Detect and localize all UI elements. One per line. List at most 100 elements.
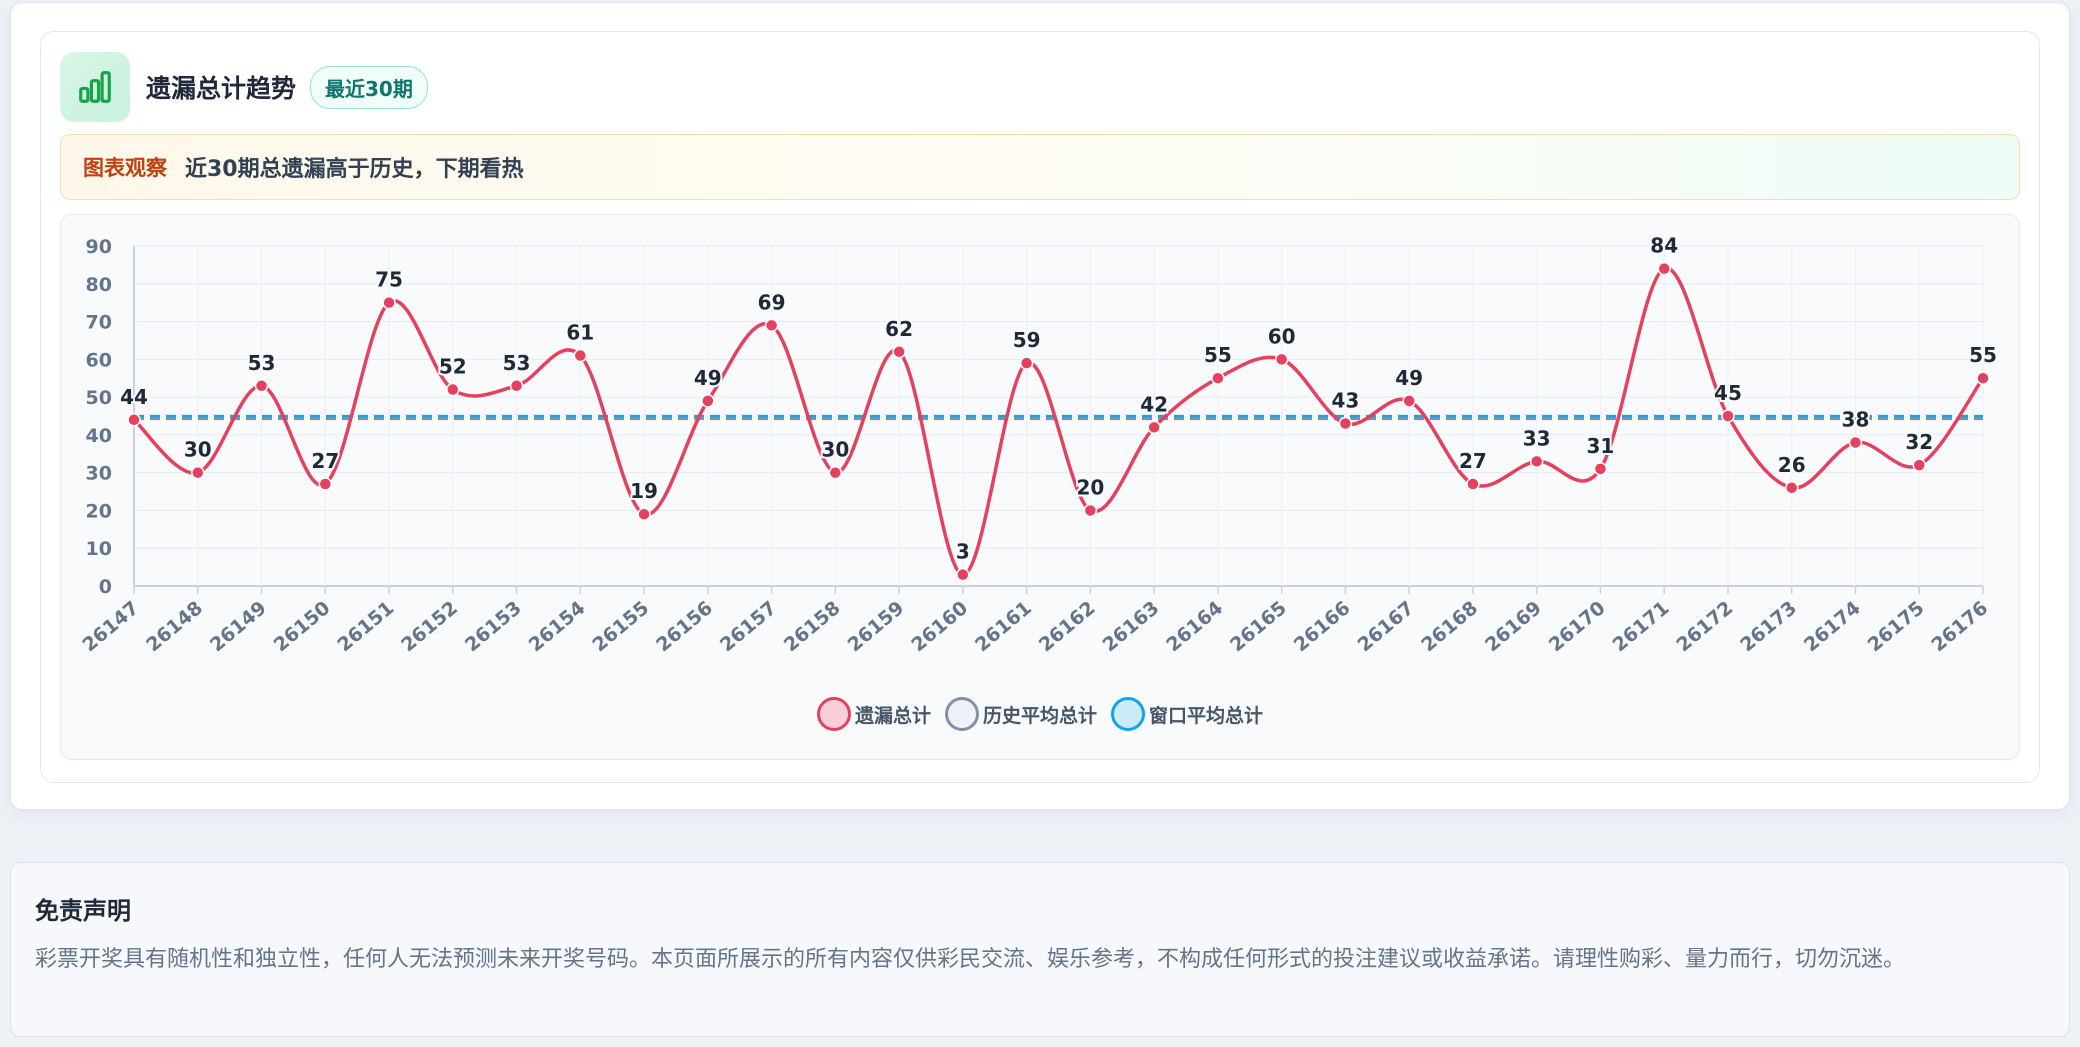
data-point [446, 382, 460, 397]
data-point [1657, 261, 1671, 276]
data-point [254, 379, 269, 393]
y-tick-label: 10 [86, 538, 112, 560]
legend-item-window-avg[interactable]: 窗口平均总计 [1111, 697, 1263, 731]
x-tick-label: 26147 [78, 597, 143, 656]
data-label: 31 [1587, 434, 1615, 458]
data-point [637, 507, 651, 521]
x-tick-label: 26156 [652, 597, 717, 656]
y-tick-label: 40 [86, 425, 112, 447]
data-label: 55 [1969, 343, 1997, 367]
y-tick-label: 70 [86, 312, 112, 334]
data-label: 19 [630, 479, 658, 503]
x-tick-label: 26152 [397, 597, 462, 656]
legend-item-total[interactable]: 遗漏总计 [816, 697, 931, 731]
legend-swatch-window-avg [1111, 697, 1145, 731]
trend-line-chart: 0102030405060708090261472614826149261502… [78, 232, 1998, 657]
x-tick-label: 26164 [1162, 597, 1227, 656]
disclaimer-title: 免责声明 [35, 897, 131, 925]
data-label: 27 [1459, 449, 1487, 473]
data-label: 53 [503, 351, 531, 375]
data-point [1848, 435, 1863, 450]
x-tick-label: 26153 [461, 597, 526, 656]
data-point [509, 379, 524, 393]
data-label: 27 [311, 449, 339, 473]
data-point [573, 348, 588, 363]
y-tick-label: 20 [86, 500, 112, 522]
x-tick-label: 26149 [206, 597, 271, 656]
y-tick-label: 60 [86, 349, 112, 371]
y-tick-label: 30 [86, 463, 112, 485]
data-point [1083, 503, 1098, 518]
y-tick-label: 0 [99, 576, 112, 598]
x-tick-label: 26171 [1609, 597, 1674, 656]
x-tick-label: 26170 [1545, 597, 1610, 656]
data-point [892, 345, 906, 359]
data-label: 52 [439, 355, 467, 379]
data-label: 38 [1842, 407, 1870, 431]
y-tick-label: 80 [86, 274, 112, 296]
data-label: 32 [1905, 430, 1933, 454]
legend-swatch-history-avg [944, 697, 979, 731]
disclaimer-card: 免责声明 彩票开奖具有随机性和独立性，任何人无法预测未来开奖号码。本页面所展示的… [10, 862, 2070, 1037]
data-point [1529, 454, 1544, 469]
x-tick-label: 26151 [333, 597, 398, 656]
x-tick-label: 26166 [1290, 597, 1355, 656]
data-point [1784, 481, 1799, 495]
data-point [1912, 458, 1926, 472]
data-label: 53 [248, 351, 276, 375]
x-tick-label: 26154 [525, 597, 590, 656]
data-label: 84 [1650, 234, 1678, 258]
data-label: 62 [885, 317, 913, 341]
data-point [127, 413, 141, 427]
data-point [1211, 371, 1225, 385]
data-label: 55 [1204, 343, 1232, 367]
data-label: 33 [1523, 426, 1551, 450]
x-tick-label: 26158 [780, 597, 845, 656]
data-label: 49 [694, 366, 722, 390]
data-label: 26 [1778, 453, 1806, 477]
x-tick-label: 26161 [971, 597, 1036, 656]
x-tick-label: 26150 [270, 597, 335, 656]
x-tick-label: 26169 [1481, 597, 1546, 656]
x-tick-label: 26176 [1927, 597, 1992, 656]
legend-swatch-total [816, 697, 851, 731]
x-tick-label: 26163 [1099, 597, 1164, 656]
x-tick-label: 26160 [907, 597, 972, 656]
chart-legend: 遗漏总计 历史平均总计 窗口平均总计 [0, 694, 2080, 734]
x-tick-label: 26167 [1354, 597, 1419, 656]
data-point [1466, 477, 1480, 491]
total-series-line [132, 266, 1985, 577]
x-tick-label: 26172 [1672, 597, 1737, 656]
data-label: 60 [1268, 324, 1296, 348]
x-tick-label: 26174 [1800, 597, 1865, 656]
data-point [1338, 416, 1353, 431]
x-tick-label: 26175 [1864, 597, 1929, 656]
x-tick-label: 26168 [1417, 597, 1482, 656]
data-point [1274, 352, 1289, 367]
data-label: 43 [1331, 389, 1359, 413]
y-tick-label: 50 [86, 387, 112, 409]
data-point [828, 465, 843, 480]
data-label: 49 [1395, 366, 1423, 390]
y-tick-label: 90 [86, 236, 112, 258]
data-point [956, 567, 970, 582]
x-tick-label: 26173 [1736, 597, 1801, 656]
data-point [1593, 462, 1608, 476]
data-label: 59 [1013, 328, 1041, 352]
data-point [764, 318, 779, 333]
data-label: 30 [184, 438, 212, 462]
data-label: 42 [1140, 392, 1168, 416]
data-label: 3 [956, 540, 970, 564]
data-label: 61 [566, 321, 594, 345]
legend-label-history-avg: 历史平均总计 [982, 704, 1097, 727]
x-tick-label: 26159 [844, 597, 909, 656]
data-label: 75 [375, 268, 403, 292]
legend-label-total: 遗漏总计 [854, 704, 931, 727]
legend-item-history-avg[interactable]: 历史平均总计 [944, 697, 1097, 731]
data-point [1976, 371, 1990, 385]
data-label: 69 [758, 290, 786, 314]
data-point [318, 477, 333, 491]
data-point [1721, 409, 1735, 423]
data-point [191, 465, 205, 480]
data-point [382, 295, 396, 310]
